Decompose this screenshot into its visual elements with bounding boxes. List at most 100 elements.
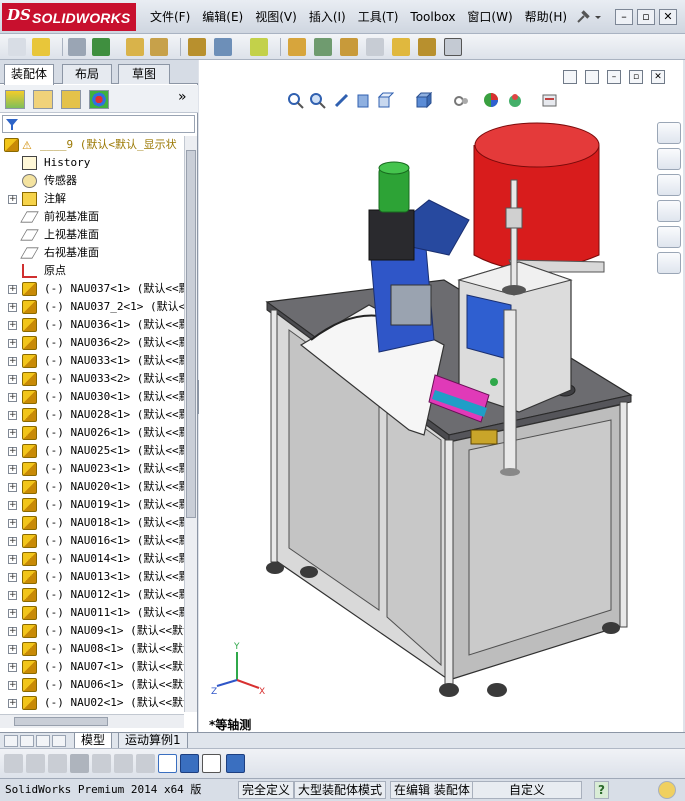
table-icon[interactable] <box>202 754 221 773</box>
insert-component-icon[interactable] <box>32 38 50 56</box>
tree-root[interactable]: ⚠ ____9 (默认<默认_显示状 <box>0 136 184 154</box>
expand-icon[interactable]: + <box>8 321 17 330</box>
expand-icon[interactable]: + <box>8 285 17 294</box>
tree-item[interactable]: + (-) NAU06<1> (默认<<默认 <box>0 676 184 694</box>
expand-icon[interactable]: + <box>8 339 17 348</box>
tree-item[interactable]: + (-) NAU037<1> (默认<<默 <box>0 280 184 298</box>
tree-item[interactable]: + 注解 <box>0 190 184 208</box>
menu-view[interactable]: 视图(V) <box>255 9 297 29</box>
maximize-button[interactable]: ▫ <box>637 9 655 25</box>
tree-vertical-scrollbar[interactable] <box>184 136 197 712</box>
interference-detection-icon[interactable] <box>366 38 384 56</box>
tab-layout[interactable]: 布局 <box>62 64 112 84</box>
next-tab-button[interactable] <box>36 735 50 747</box>
component-icon[interactable] <box>48 754 67 773</box>
expand-icon[interactable]: + <box>8 681 17 690</box>
doc-close-button[interactable]: ✕ <box>651 70 665 84</box>
expand-icon[interactable]: + <box>8 501 17 510</box>
save-icon[interactable] <box>226 754 245 773</box>
tree-item[interactable]: 原点 <box>0 262 184 280</box>
tree-item[interactable]: + (-) NAU011<1> (默认<<默 <box>0 604 184 622</box>
clearance-icon[interactable] <box>392 38 410 56</box>
menu-edit[interactable]: 编辑(E) <box>202 9 243 29</box>
doc-restore-button[interactable]: ▫ <box>629 70 643 84</box>
more-panels-icon[interactable]: » <box>178 89 187 105</box>
tile-icon[interactable] <box>563 70 577 84</box>
list-icon[interactable] <box>114 754 133 773</box>
tree-item[interactable]: + (-) NAU019<1> (默认<<默 <box>0 496 184 514</box>
expand-icon[interactable]: + <box>8 555 17 564</box>
list-icon[interactable] <box>70 754 89 773</box>
sw-resources-icon[interactable] <box>657 122 681 144</box>
display-pane-icon[interactable] <box>180 754 199 773</box>
tree-item[interactable]: + (-) NAU033<1> (默认<<默 <box>0 352 184 370</box>
tree-item[interactable]: + (-) NAU036<2> (默认<<默 <box>0 334 184 352</box>
tab-model[interactable]: 模型 <box>74 733 113 749</box>
tab-motion-study[interactable]: 运动算例1 <box>118 733 188 749</box>
last-tab-button[interactable] <box>52 735 66 747</box>
expand-icon[interactable]: + <box>8 537 17 546</box>
tree-item[interactable]: + (-) NAU07<1> (默认<<默认 <box>0 658 184 676</box>
display-manager-icon[interactable] <box>89 90 109 109</box>
expand-icon[interactable]: + <box>8 519 17 528</box>
menu-window[interactable]: 窗口(W) <box>467 9 512 29</box>
doc-minimize-button[interactable]: – <box>607 70 621 84</box>
scrollbar-thumb[interactable] <box>14 717 108 726</box>
prev-tab-button[interactable] <box>20 735 34 747</box>
expand-icon[interactable]: + <box>8 393 17 402</box>
rotate-component-icon[interactable] <box>150 38 168 56</box>
expand-icon[interactable]: + <box>8 375 17 384</box>
tab-sketch[interactable]: 草图 <box>118 64 170 84</box>
expand-icon[interactable]: + <box>8 357 17 366</box>
tree-filter-input[interactable] <box>2 115 195 133</box>
expand-icon[interactable]: + <box>8 195 17 204</box>
menu-insert[interactable]: 插入(I) <box>309 9 346 29</box>
tree-horizontal-scrollbar[interactable] <box>0 714 184 728</box>
tree-item[interactable]: + (-) NAU012<1> (默认<<默 <box>0 586 184 604</box>
file-explorer-icon[interactable] <box>657 174 681 196</box>
instant3d-icon[interactable] <box>444 38 462 56</box>
tree-item[interactable]: + (-) NAU036<1> (默认<<默 <box>0 316 184 334</box>
expand-icon[interactable]: + <box>8 303 17 312</box>
tree-item[interactable]: + (-) NAU016<1> (默认<<默 <box>0 532 184 550</box>
expand-icon[interactable]: + <box>8 699 17 708</box>
close-button[interactable]: ✕ <box>659 9 677 25</box>
expand-icon[interactable]: + <box>8 573 17 582</box>
tree-item[interactable]: + (-) NAU026<1> (默认<<默 <box>0 424 184 442</box>
minimize-button[interactable]: – <box>615 9 633 25</box>
design-library-icon[interactable] <box>657 148 681 170</box>
tree-item[interactable]: + (-) NAU020<1> (默认<<默 <box>0 478 184 496</box>
expand-icon[interactable]: + <box>8 627 17 636</box>
expand-icon[interactable]: + <box>8 645 17 654</box>
tree-item[interactable]: + (-) NAU030<1> (默认<<默 <box>0 388 184 406</box>
expand-icon[interactable]: + <box>8 429 17 438</box>
tree-item[interactable]: + (-) NAU025<1> (默认<<默 <box>0 442 184 460</box>
solidworks-logo[interactable]: DS SOLIDWORKS <box>2 3 136 31</box>
move-component-icon[interactable] <box>126 38 144 56</box>
mate-icon[interactable] <box>68 38 86 56</box>
bill-of-materials-icon[interactable] <box>288 38 306 56</box>
tree-item[interactable]: + (-) NAU08<1> (默认<<默认 <box>0 640 184 658</box>
list-icon[interactable] <box>136 754 155 773</box>
tree-item[interactable]: History <box>0 154 184 172</box>
hole-alignment-icon[interactable] <box>418 38 436 56</box>
tab-assembly[interactable]: 装配体 <box>4 64 54 85</box>
tree-item[interactable]: + (-) NAU023<1> (默认<<默 <box>0 460 184 478</box>
tree-item[interactable]: 右视基准面 <box>0 244 184 262</box>
reference-geometry-icon[interactable] <box>250 38 268 56</box>
status-units-dropdown[interactable]: 自定义 <box>472 781 582 799</box>
list-icon[interactable] <box>92 754 111 773</box>
view-palette-icon[interactable] <box>657 200 681 222</box>
assembly-features-icon[interactable] <box>214 38 232 56</box>
help-icon[interactable]: ? <box>594 781 609 799</box>
tree-item[interactable]: + (-) NAU018<1> (默认<<默 <box>0 514 184 532</box>
cascade-icon[interactable] <box>585 70 599 84</box>
tree-item[interactable]: + (-) NAU09<1> (默认<<默认 <box>0 622 184 640</box>
custom-properties-icon[interactable] <box>657 252 681 274</box>
explode-line-icon[interactable] <box>340 38 358 56</box>
property-manager-icon[interactable] <box>33 90 53 109</box>
tip-icon[interactable] <box>658 781 676 799</box>
expand-icon[interactable]: + <box>8 411 17 420</box>
graphics-area[interactable]: – ▫ ✕ Y X Z *等轴测 <box>199 60 683 732</box>
tree-item[interactable]: + (-) NAU02<1> (默认<<默认 <box>0 694 184 712</box>
